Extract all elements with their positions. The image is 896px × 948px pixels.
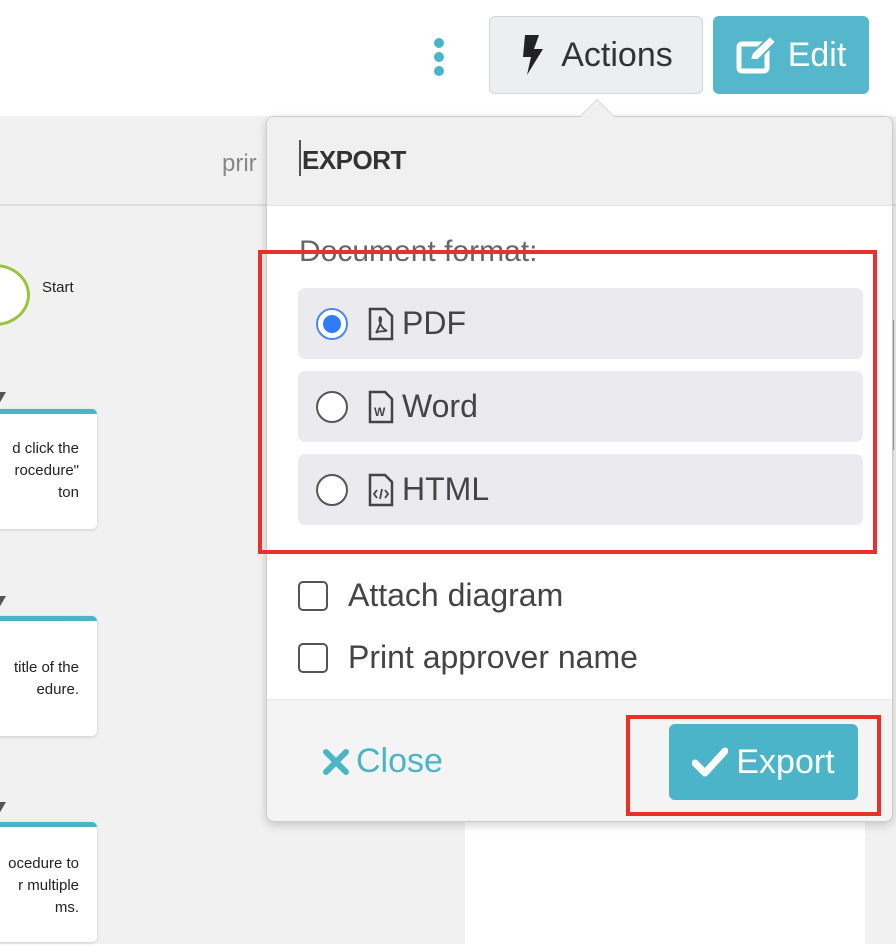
radio-pdf[interactable]: [316, 307, 348, 340]
checkbox-label: Attach diagram: [348, 577, 564, 613]
more-options-icon[interactable]: [434, 38, 446, 76]
file-pdf-icon: [368, 307, 394, 340]
format-option-pdf[interactable]: PDF: [298, 288, 863, 359]
step-node[interactable]: title of the edure.: [0, 616, 97, 736]
start-label: Start: [42, 279, 74, 296]
format-label: Document format:: [299, 235, 538, 268]
close-button[interactable]: Close: [322, 742, 443, 781]
file-code-icon: [368, 473, 394, 506]
actions-label: Actions: [561, 35, 673, 74]
format-option-html[interactable]: HTML: [298, 454, 863, 525]
edit-button[interactable]: Edit: [713, 16, 869, 94]
option-label: PDF: [402, 305, 466, 341]
export-button[interactable]: Export: [669, 724, 858, 800]
bolt-icon: [523, 35, 544, 75]
start-node[interactable]: [0, 264, 30, 326]
edit-icon: [736, 36, 778, 74]
popover-footer: Close Export: [267, 699, 892, 821]
radio-word[interactable]: [316, 390, 348, 423]
top-toolbar: Actions Edit: [0, 0, 896, 116]
checkbox[interactable]: [298, 580, 328, 611]
format-option-word[interactable]: W Word: [298, 371, 863, 442]
close-icon: [323, 748, 349, 775]
check-icon: [692, 747, 729, 777]
svg-text:W: W: [374, 405, 386, 419]
file-word-icon: W: [368, 390, 394, 423]
export-label: Export: [736, 742, 835, 781]
option-label: HTML: [402, 471, 490, 507]
checkbox[interactable]: [298, 642, 328, 673]
step-node[interactable]: d click the rocedure" ton: [0, 409, 97, 529]
popover-header: EXPORT: [267, 117, 892, 206]
attach-diagram-checkbox[interactable]: Attach diagram: [298, 577, 563, 614]
actions-button[interactable]: Actions: [489, 16, 703, 94]
step-node[interactable]: ocedure to r multiple ms.: [0, 822, 97, 942]
canvas-header-text: prir: [222, 150, 257, 177]
popover-title: EXPORT: [302, 145, 406, 175]
radio-html[interactable]: [316, 473, 348, 506]
checkbox-label: Print approver name: [348, 639, 638, 675]
close-label: Close: [356, 742, 443, 780]
edit-label: Edit: [787, 35, 847, 74]
print-approver-checkbox[interactable]: Print approver name: [298, 639, 638, 676]
popover-arrow: [579, 99, 615, 117]
export-popover: EXPORT Document format: PDF W Word HTML …: [266, 99, 893, 822]
option-label: Word: [402, 388, 478, 424]
